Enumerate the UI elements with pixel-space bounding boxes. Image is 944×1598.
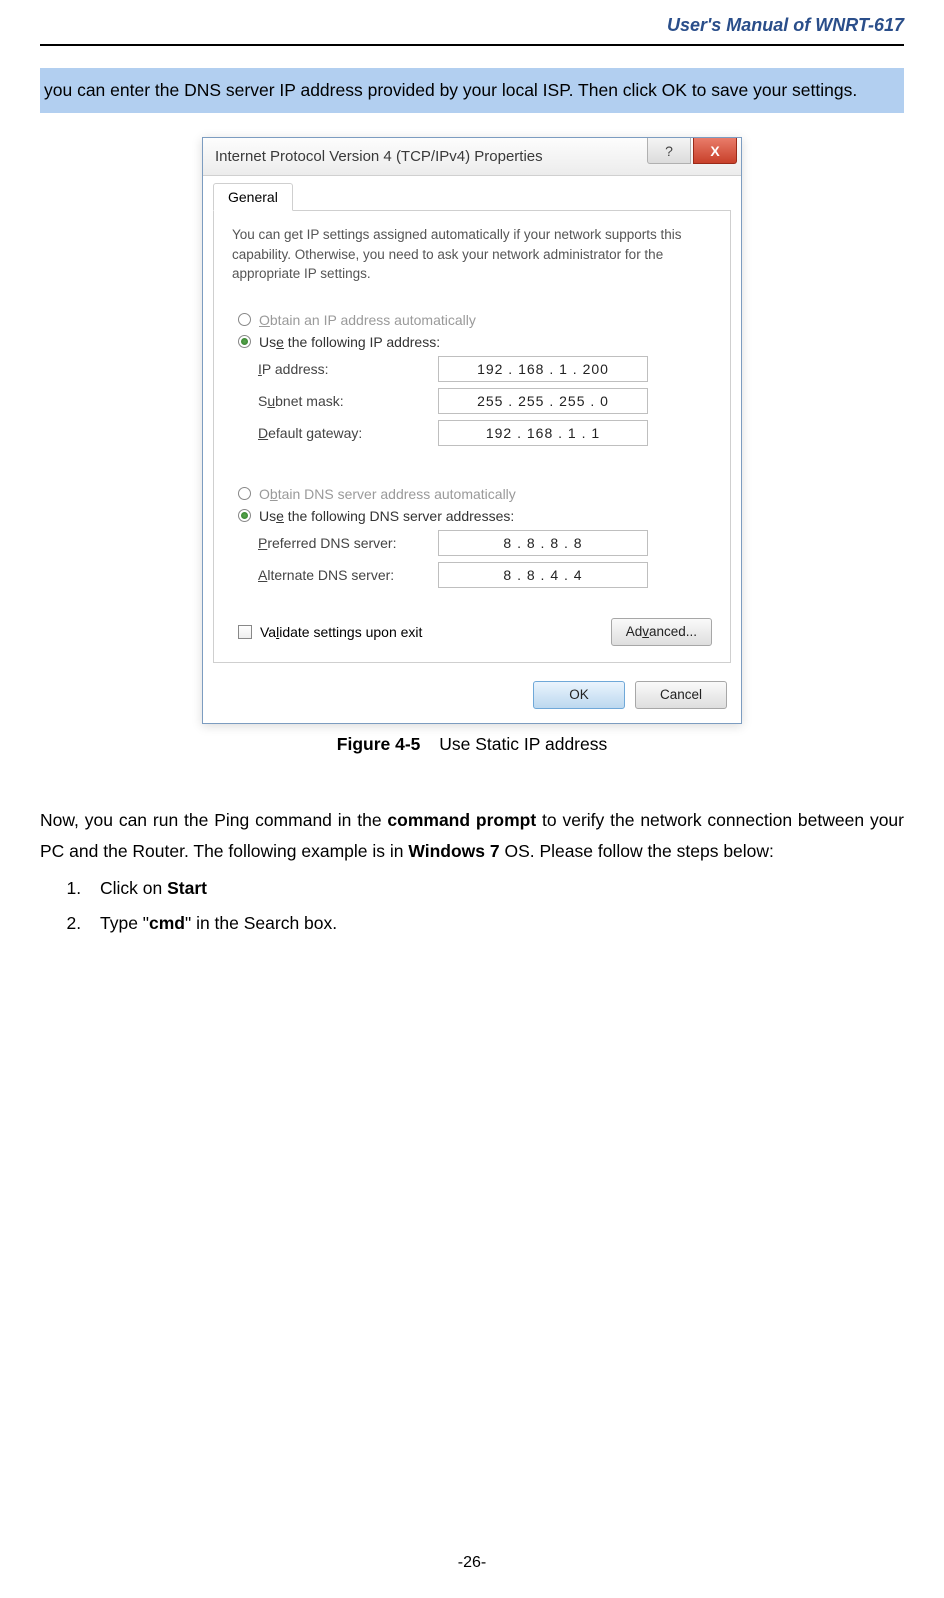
page-number: -26- [0, 1554, 944, 1572]
pref-dns-input[interactable]: 8 . 8 . 8 . 8 [438, 530, 648, 556]
figure-number: Figure 4-5 [337, 734, 421, 754]
radio-icon [238, 487, 251, 500]
dialog-footer: OK Cancel [203, 673, 741, 723]
subnet-row: Subnet mask: 255 . 255 . 255 . 0 [258, 388, 712, 414]
gateway-label: Default gateway: [258, 425, 438, 441]
dialog-title: Internet Protocol Version 4 (TCP/IPv4) P… [215, 148, 543, 165]
ip-address-row: IP address: 192 . 168 . 1 . 200 [258, 356, 712, 382]
step-bold: Start [167, 878, 207, 898]
radio-use-ip[interactable]: Use the following IP address: [238, 334, 712, 350]
subnet-input[interactable]: 255 . 255 . 255 . 0 [438, 388, 648, 414]
gateway-row: Default gateway: 192 . 168 . 1 . 1 [258, 420, 712, 446]
radio-label: Obtain an IP address automatically [259, 312, 476, 328]
help-button[interactable]: ? [647, 138, 691, 164]
subnet-label: Subnet mask: [258, 393, 438, 409]
ip-group: Obtain an IP address automatically Use t… [232, 300, 712, 464]
figure-text: Use Static IP address [439, 734, 607, 754]
close-button[interactable]: X [693, 138, 737, 164]
radio-obtain-ip-auto[interactable]: Obtain an IP address automatically [238, 312, 712, 328]
checkbox-icon [238, 625, 252, 639]
header-rule [40, 44, 904, 46]
tab-general[interactable]: General [213, 183, 293, 211]
para-bold: Windows 7 [408, 841, 499, 861]
page-header-title: User's Manual of WNRT-617 [40, 0, 904, 44]
para-bold: command prompt [387, 810, 536, 830]
step-text: Type " [100, 913, 149, 933]
dns-group: Obtain DNS server address automatically … [232, 474, 712, 606]
intro-text: You can get IP settings assigned automat… [232, 225, 712, 284]
pref-dns-row: Preferred DNS server: 8 . 8 . 8 . 8 [258, 530, 712, 556]
ipv4-properties-dialog: Internet Protocol Version 4 (TCP/IPv4) P… [202, 137, 742, 724]
ip-address-label: IP address: [258, 361, 438, 377]
tab-content: You can get IP settings assigned automat… [213, 210, 731, 663]
alt-dns-label: Alternate DNS server: [258, 567, 438, 583]
alt-dns-input[interactable]: 8 . 8 . 4 . 4 [438, 562, 648, 588]
alt-dns-row: Alternate DNS server: 8 . 8 . 4 . 4 [258, 562, 712, 588]
figure-caption: Figure 4-5 Use Static IP address [40, 734, 904, 755]
step-1: Click on Start [86, 872, 904, 905]
radio-obtain-dns-auto[interactable]: Obtain DNS server address automatically [238, 486, 712, 502]
radio-icon [238, 313, 251, 326]
validate-label: Validate settings upon exit [260, 624, 422, 640]
step-text: " in the Search box. [185, 913, 337, 933]
highlight-note: you can enter the DNS server IP address … [40, 68, 904, 113]
steps-list: Click on Start Type "cmd" in the Search … [40, 872, 904, 941]
radio-label: Obtain DNS server address automatically [259, 486, 516, 502]
radio-icon-selected [238, 335, 251, 348]
radio-icon-selected [238, 509, 251, 522]
pref-dns-label: Preferred DNS server: [258, 535, 438, 551]
step-bold: cmd [149, 913, 185, 933]
para-text: OS. Please follow the steps below: [500, 841, 774, 861]
tab-bar: General [203, 176, 741, 210]
cancel-button[interactable]: Cancel [635, 681, 727, 709]
instruction-paragraph: Now, you can run the Ping command in the… [40, 805, 904, 866]
step-2: Type "cmd" in the Search box. [86, 907, 904, 940]
dialog-screenshot: Internet Protocol Version 4 (TCP/IPv4) P… [40, 137, 904, 724]
para-text: Now, you can run the Ping command in the [40, 810, 387, 830]
ip-address-input[interactable]: 192 . 168 . 1 . 200 [438, 356, 648, 382]
radio-use-dns[interactable]: Use the following DNS server addresses: [238, 508, 712, 524]
gateway-input[interactable]: 192 . 168 . 1 . 1 [438, 420, 648, 446]
dialog-titlebar: Internet Protocol Version 4 (TCP/IPv4) P… [203, 138, 741, 176]
advanced-button[interactable]: Advanced... [611, 618, 712, 646]
radio-label: Use the following IP address: [259, 334, 440, 350]
ok-button[interactable]: OK [533, 681, 625, 709]
radio-label: Use the following DNS server addresses: [259, 508, 514, 524]
step-text: Click on [100, 878, 167, 898]
